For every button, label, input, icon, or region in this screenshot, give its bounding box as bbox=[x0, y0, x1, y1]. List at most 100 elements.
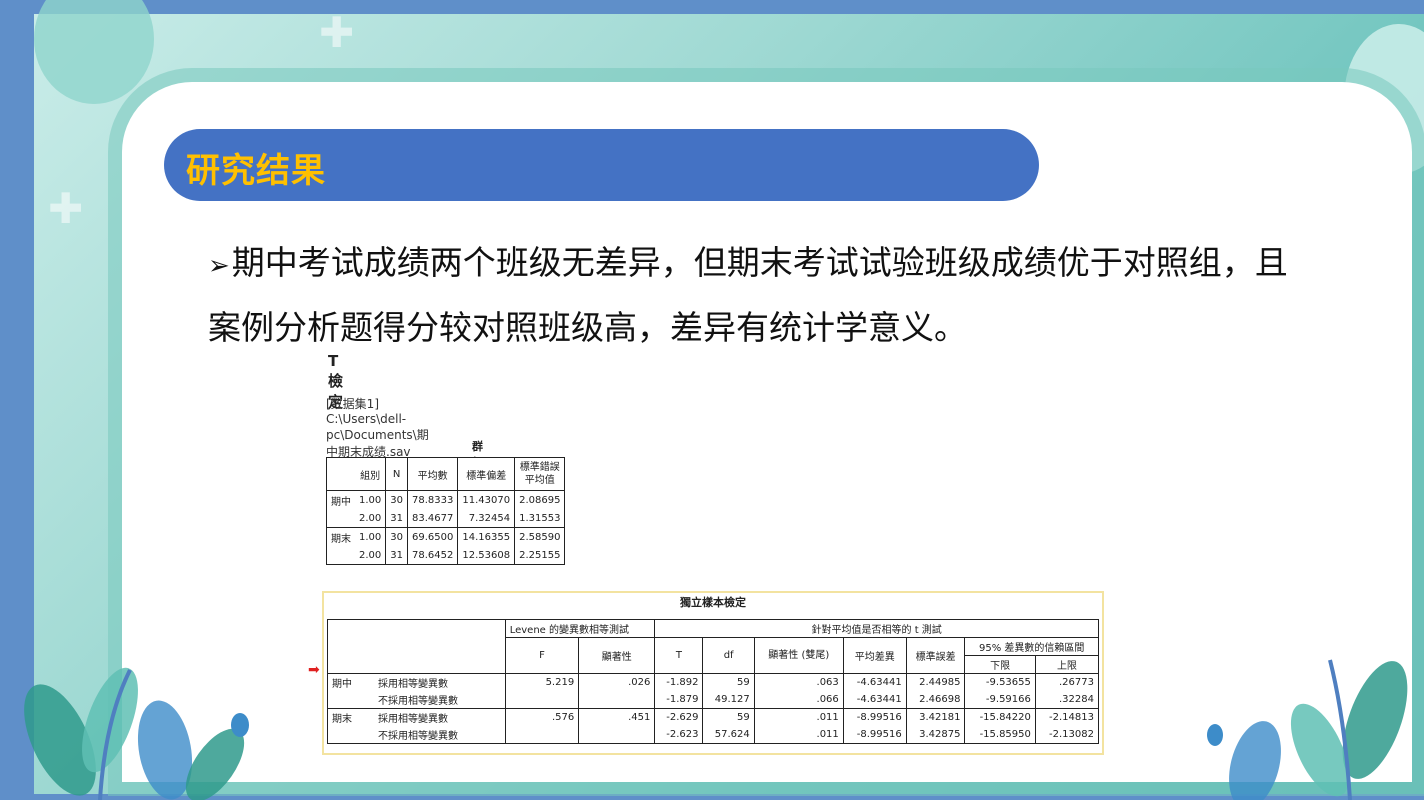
group-stats-table: 組別 N 平均數 標準偏差 標準錯誤平均值 期中 1.00 30 78.8333… bbox=[326, 457, 566, 565]
table-row: 不採用相等變異數 -1.879 49.127 .066 -4.63441 2.4… bbox=[327, 691, 1100, 709]
table-row: 2.00 31 83.4677 7.32454 1.31553 bbox=[326, 509, 565, 528]
table-cell: -9.53655 bbox=[964, 673, 1036, 691]
content-card: 研究结果 ➢期中考试成绩两个班级无差异，但期末考试试验班级成绩优于对照组，且 案… bbox=[122, 82, 1412, 782]
table-cell: 2.08695 bbox=[514, 490, 565, 509]
independent-test-table: Levene 的變異數相等測試 針對平均值是否相等的 t 測試 F 顯著性 T … bbox=[327, 619, 1100, 744]
table-header-row: Levene 的變異數相等測試 針對平均值是否相等的 t 測試 bbox=[327, 619, 1099, 674]
dataset-path: [数据集1] C:\Users\dell-pc\Documents\期中期末成绩… bbox=[326, 397, 429, 459]
table-cell: 不採用相等變異數 bbox=[374, 691, 506, 709]
table-cell: -15.85950 bbox=[964, 726, 1036, 744]
table-cell: -1.879 bbox=[654, 691, 704, 709]
table-cell: .026 bbox=[578, 673, 656, 691]
table-cell: 2.44985 bbox=[905, 673, 966, 691]
table-cell: 59 bbox=[702, 708, 755, 726]
table-cell: -1.892 bbox=[654, 673, 704, 691]
table-cell: 期末 bbox=[327, 708, 374, 726]
table-cell bbox=[578, 726, 656, 744]
column-header: 上限 bbox=[1034, 655, 1100, 674]
table-cell: 69.6500 bbox=[406, 527, 458, 546]
table-cell: -4.63441 bbox=[842, 673, 907, 691]
body-line-1-text: 期中考试成绩两个班级无差异，但期末考试试验班级成绩优于对照组，且 bbox=[231, 243, 1288, 282]
table-cell: 採用相等變異數 bbox=[374, 673, 506, 691]
table-cell: -8.99516 bbox=[842, 726, 907, 744]
column-header: 標準偏差 bbox=[457, 457, 515, 491]
table-cell: 12.53608 bbox=[457, 546, 515, 565]
table-cell: 57.624 bbox=[702, 726, 755, 744]
table-cell bbox=[327, 726, 374, 744]
table-cell: 7.32454 bbox=[457, 509, 515, 528]
table-cell: 2.46698 bbox=[905, 691, 966, 709]
empty-header-cell bbox=[327, 619, 506, 674]
column-header: N bbox=[385, 457, 408, 491]
body-text: ➢期中考试成绩两个班级无差异，但期末考试试验班级成绩优于对照组，且 案例分析题得… bbox=[208, 232, 1368, 359]
table-cell: -2.14813 bbox=[1034, 708, 1100, 726]
red-arrow-icon: ➡ bbox=[308, 662, 320, 678]
table-cell: .26773 bbox=[1034, 673, 1100, 691]
table-cell: -2.623 bbox=[654, 726, 704, 744]
plus-decoration-icon: ✚ bbox=[319, 8, 355, 57]
table-cell: 2.25155 bbox=[514, 546, 565, 565]
table-cell bbox=[327, 691, 374, 709]
independent-test-caption: 獨立樣本檢定 bbox=[680, 596, 746, 609]
table-cell bbox=[327, 546, 356, 565]
table-cell: 11.43070 bbox=[457, 490, 515, 509]
table-cell: .011 bbox=[753, 726, 844, 744]
plus-decoration-icon: ✚ bbox=[48, 184, 84, 233]
table-cell: 14.16355 bbox=[457, 527, 515, 546]
table-cell: .011 bbox=[753, 708, 844, 726]
column-header: F bbox=[504, 637, 580, 674]
table-header-row: 組別 N 平均數 標準偏差 標準錯誤平均值 bbox=[326, 457, 565, 491]
table-cell: .451 bbox=[578, 708, 656, 726]
table-cell: 1.31553 bbox=[514, 509, 565, 528]
column-header: 顯著性 (雙尾) bbox=[753, 637, 844, 674]
column-header: 標準誤差 bbox=[905, 637, 966, 674]
column-header: T bbox=[654, 637, 704, 674]
table-cell: 1.00 bbox=[359, 494, 382, 506]
table-cell: 3.42875 bbox=[905, 726, 966, 744]
table-cell: .063 bbox=[753, 673, 844, 691]
table-cell: 59 bbox=[702, 673, 755, 691]
table-cell bbox=[504, 691, 580, 709]
table-cell bbox=[504, 726, 580, 744]
table-cell: -4.63441 bbox=[842, 691, 907, 709]
slide-background: ✚ ✚ ✚ 研究结果 ➢期中考试成绩两个班级无差异，但期末考试试验班级成绩优于对… bbox=[34, 0, 1424, 794]
table-cell: -15.84220 bbox=[964, 708, 1036, 726]
table-cell: 期末 bbox=[331, 533, 351, 545]
column-header: 下限 bbox=[964, 655, 1036, 674]
table-cell: 49.127 bbox=[702, 691, 755, 709]
table-row: 2.00 31 78.6452 12.53608 2.25155 bbox=[327, 546, 565, 565]
table-row: 期末 1.00 30 69.6500 14.16355 2.58590 bbox=[327, 527, 565, 546]
table-row: 不採用相等變異數 -2.623 57.624 .011 -8.99516 3.4… bbox=[327, 726, 1100, 744]
table-cell: .066 bbox=[753, 691, 844, 709]
column-header: 組別 bbox=[355, 457, 386, 491]
table-cell: 不採用相等變異數 bbox=[374, 726, 506, 744]
slide-title: 研究结果 bbox=[186, 151, 326, 191]
table-cell: 2.00 bbox=[355, 509, 386, 528]
table-row: 期中 採用相等變異數 5.219 .026 -1.892 59 .063 -4.… bbox=[327, 673, 1100, 691]
table-cell: 2.00 bbox=[359, 549, 382, 561]
table-cell: 1.00 bbox=[359, 531, 382, 543]
table-row: 期中 1.00 30 78.8333 11.43070 2.08695 bbox=[327, 490, 565, 509]
table-cell: 5.219 bbox=[504, 673, 580, 691]
table-cell: -2.629 bbox=[654, 708, 704, 726]
decorative-circle bbox=[34, 0, 154, 104]
table-cell: 78.6452 bbox=[406, 546, 458, 565]
table-cell: -2.13082 bbox=[1034, 726, 1100, 744]
column-header: 標準錯誤平均值 bbox=[514, 457, 565, 491]
body-line-2: 案例分析题得分较对照班级高，差异有统计学意义。 bbox=[208, 308, 967, 347]
column-header: 平均數 bbox=[406, 457, 458, 491]
column-header: 顯著性 bbox=[578, 637, 656, 674]
ttest-header: 針對平均值是否相等的 t 測試 bbox=[654, 619, 1099, 638]
levene-header: Levene 的變異數相等測試 bbox=[504, 619, 656, 638]
column-header: df bbox=[702, 637, 755, 674]
table-cell: .32284 bbox=[1034, 691, 1100, 709]
table-cell: 2.58590 bbox=[514, 527, 565, 546]
table-cell: 採用相等變異數 bbox=[374, 708, 506, 726]
table-cell: 30 bbox=[385, 490, 408, 509]
body-line-1: ➢期中考试成绩两个班级无差异，但期末考试试验班级成绩优于对照组，且 bbox=[208, 232, 1368, 297]
table-cell: -9.59166 bbox=[964, 691, 1036, 709]
ci-header: 95% 差異數的信賴區間 bbox=[964, 637, 1099, 656]
table-cell: 31 bbox=[385, 546, 408, 565]
independent-test-panel: 獨立樣本檢定 Levene 的變異數相等測試 針對平均值是否相等的 t 測試 F… bbox=[322, 591, 1104, 755]
table-cell: -8.99516 bbox=[842, 708, 907, 726]
